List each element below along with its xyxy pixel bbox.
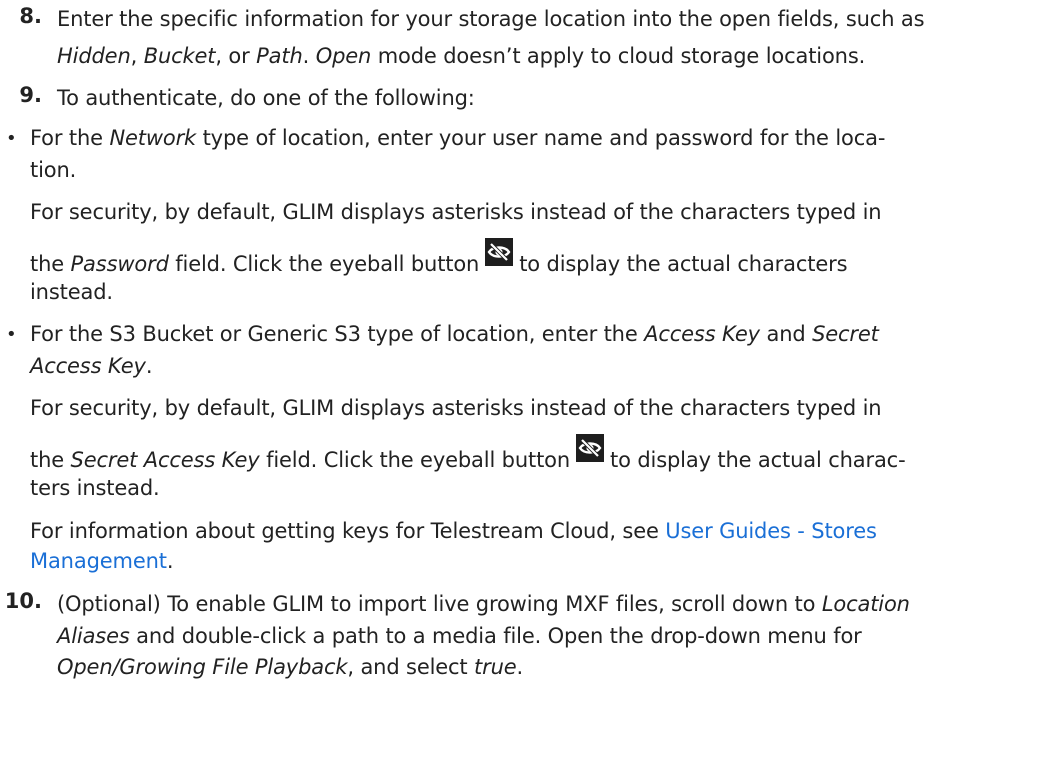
step-10-line-2: Aliases and double-click a path to a med…	[57, 624, 862, 648]
bullet-2-security-line-2: the Secret Access Key field. Click the e…	[30, 434, 906, 475]
step-10-line-1: (Optional) To enable GLIM to import live…	[57, 592, 910, 616]
eye-slash-icon	[485, 238, 514, 266]
step-9-text: To authenticate, do one of the following…	[57, 86, 475, 110]
bullet-2-line-2: Access Key.	[30, 354, 153, 378]
bullet-2-info-line-2: Management.	[30, 549, 174, 573]
bullet-2-info-line-1: For information about getting keys for T…	[30, 519, 877, 543]
bullet-2-glyph: •	[6, 324, 17, 345]
step-8-number: 8.	[19, 4, 42, 28]
document-page: 8. Enter the specific information for yo…	[0, 0, 1059, 763]
bullet-1-security-line-2: the Password field. Click the eyeball bu…	[30, 238, 848, 279]
bullet-2-security-line-1: For security, by default, GLIM displays …	[30, 396, 882, 420]
bullet-1-glyph: •	[6, 128, 17, 149]
user-guides-link[interactable]: User Guides - Stores	[665, 519, 877, 543]
bullet-1-security-line-3: instead.	[30, 280, 113, 304]
bullet-2-line-1: For the S3 Bucket or Generic S3 type of …	[30, 322, 879, 346]
step-8-line-1: Enter the specific information for your …	[57, 7, 925, 31]
bullet-1-security-line-1: For security, by default, GLIM displays …	[30, 200, 882, 224]
step-10-number: 10.	[4, 589, 42, 613]
step-10-line-3: Open/Growing File Playback, and select t…	[57, 655, 524, 679]
bullet-1-line-1: For the Network type of location, enter …	[30, 126, 886, 150]
bullet-2-security-line-3: ters instead.	[30, 476, 160, 500]
step-8-line-2: Hidden, Bucket, or Path. Open mode doesn…	[57, 44, 866, 68]
stores-management-link[interactable]: Management	[30, 549, 167, 573]
bullet-1-line-2: tion.	[30, 158, 77, 182]
step-9-number: 9.	[19, 83, 42, 107]
eye-slash-icon	[576, 434, 605, 462]
